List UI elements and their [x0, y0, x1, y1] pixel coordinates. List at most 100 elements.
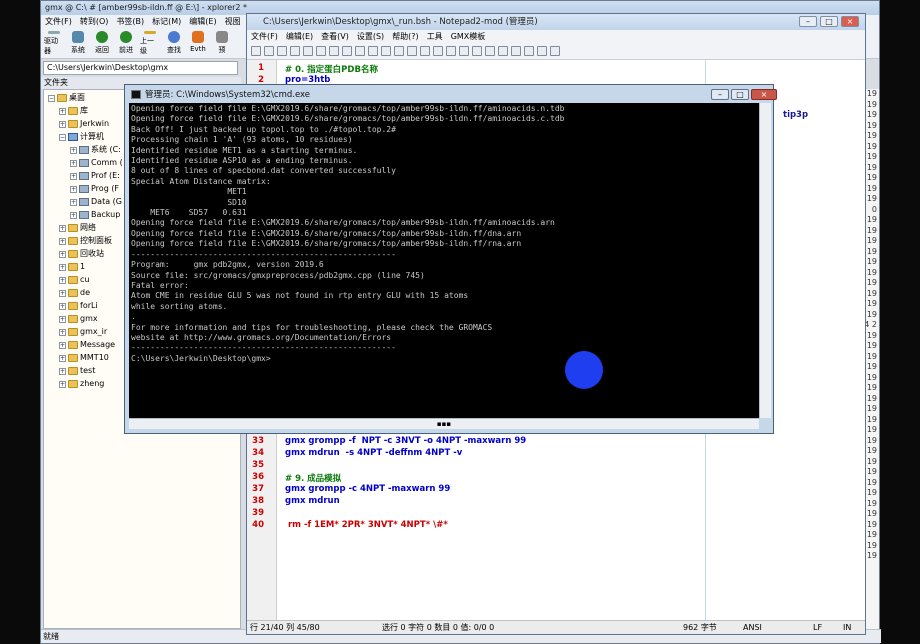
- tree-item[interactable]: + cu: [59, 274, 89, 286]
- console-output[interactable]: Opening force field file E:\GMX2019.6/sh…: [129, 103, 759, 418]
- tree-item[interactable]: + 回收站: [59, 248, 104, 260]
- tree-item[interactable]: + Comm (: [70, 157, 123, 169]
- everything-button[interactable]: Evth: [188, 31, 208, 56]
- forward-button[interactable]: 前进: [116, 31, 136, 56]
- up-button[interactable]: 上一级: [140, 31, 160, 56]
- expand-toggle-icon[interactable]: +: [59, 328, 66, 336]
- toolbar-button[interactable]: [511, 46, 521, 56]
- expand-toggle-icon[interactable]: +: [59, 276, 66, 284]
- console-horizontal-scrollbar[interactable]: ▪▪▪: [129, 418, 759, 429]
- tree-item[interactable]: + gmx: [59, 313, 98, 325]
- toolbar-button[interactable]: [342, 46, 352, 56]
- maximize-button[interactable]: □: [820, 16, 838, 27]
- np-menu-file[interactable]: 文件(F): [251, 30, 278, 44]
- tree-item[interactable]: + Backup: [70, 209, 120, 221]
- menu-view[interactable]: 视图: [225, 15, 241, 29]
- tree-item[interactable]: + 控制面板: [59, 235, 112, 247]
- expand-toggle-icon[interactable]: +: [59, 289, 66, 297]
- tree-item[interactable]: + zheng: [59, 378, 104, 390]
- toolbar-button[interactable]: [277, 46, 287, 56]
- cmd-minimize-button[interactable]: –: [711, 89, 729, 100]
- expand-toggle-icon[interactable]: +: [70, 211, 77, 219]
- toolbar-button[interactable]: [498, 46, 508, 56]
- tree-item[interactable]: + Prof (E:: [70, 170, 120, 182]
- toolbar-button[interactable]: [420, 46, 430, 56]
- toolbar-button[interactable]: [264, 46, 274, 56]
- np-menu-view[interactable]: 查看(V): [321, 30, 349, 44]
- expand-toggle-icon[interactable]: +: [59, 263, 66, 271]
- cmd-maximize-button[interactable]: □: [731, 89, 749, 100]
- tree-item[interactable]: + 网络: [59, 222, 96, 234]
- toolbar-button[interactable]: [290, 46, 300, 56]
- expand-toggle-icon[interactable]: +: [59, 237, 66, 245]
- expand-toggle-icon[interactable]: +: [59, 302, 66, 310]
- expand-toggle-icon[interactable]: +: [59, 107, 66, 115]
- tree-item[interactable]: + test: [59, 365, 95, 377]
- tree-item[interactable]: + MMT10: [59, 352, 109, 364]
- expand-toggle-icon[interactable]: +: [70, 185, 77, 193]
- toolbar-button[interactable]: [251, 46, 261, 56]
- np-menu-help[interactable]: 帮助(?): [392, 30, 419, 44]
- menu-file[interactable]: 文件(F): [45, 15, 72, 29]
- toolbar-button[interactable]: [485, 46, 495, 56]
- expand-toggle-icon[interactable]: +: [59, 315, 66, 323]
- tree-item[interactable]: + gmx_ir: [59, 326, 107, 338]
- find-button[interactable]: 查找: [164, 31, 184, 56]
- tree-item[interactable]: + Message: [59, 339, 115, 351]
- toolbar-button[interactable]: [394, 46, 404, 56]
- tree-item[interactable]: + forLi: [59, 300, 98, 312]
- expand-toggle-icon[interactable]: +: [59, 367, 66, 375]
- expand-toggle-icon[interactable]: +: [59, 224, 66, 232]
- expand-toggle-icon[interactable]: +: [59, 380, 66, 388]
- back-button[interactable]: 返回: [92, 31, 112, 56]
- toolbar-button[interactable]: [355, 46, 365, 56]
- np-menu-tools[interactable]: 工具: [427, 30, 443, 44]
- menu-edit[interactable]: 编辑(E): [189, 15, 216, 29]
- toolbar-button[interactable]: [329, 46, 339, 56]
- expand-toggle-icon[interactable]: +: [59, 250, 66, 258]
- minimize-button[interactable]: –: [799, 16, 817, 27]
- tree-item[interactable]: + Data (G: [70, 196, 122, 208]
- toolbar-button[interactable]: [472, 46, 482, 56]
- system-button[interactable]: 系统: [68, 31, 88, 56]
- np-menu-settings[interactable]: 设置(S): [357, 30, 384, 44]
- console-vertical-scrollbar[interactable]: [759, 103, 771, 418]
- expand-toggle-icon[interactable]: +: [70, 172, 77, 180]
- preview-button[interactable]: 预: [212, 31, 232, 56]
- tree-item[interactable]: + 库: [59, 105, 88, 117]
- np-menu-gmx[interactable]: GMX模板: [451, 30, 486, 44]
- tree-item[interactable]: − 桌面: [48, 92, 85, 104]
- toolbar-button[interactable]: [446, 46, 456, 56]
- toolbar-button[interactable]: [381, 46, 391, 56]
- expand-toggle-icon[interactable]: +: [70, 159, 77, 167]
- tree-item[interactable]: + 系统 (C:: [70, 144, 121, 156]
- tree-item[interactable]: + Jerkwin: [59, 118, 109, 130]
- menu-goto[interactable]: 转到(O): [80, 15, 109, 29]
- menu-bookmarks[interactable]: 书签(B): [116, 15, 144, 29]
- expand-toggle-icon[interactable]: +: [70, 146, 77, 154]
- menu-mark[interactable]: 标记(M): [152, 15, 181, 29]
- np-menu-edit[interactable]: 编辑(E): [286, 30, 313, 44]
- expand-toggle-icon[interactable]: −: [59, 133, 66, 141]
- expand-toggle-icon[interactable]: +: [59, 354, 66, 362]
- tree-item[interactable]: + de: [59, 287, 90, 299]
- toolbar-button[interactable]: [537, 46, 547, 56]
- toolbar-button[interactable]: [303, 46, 313, 56]
- tree-item[interactable]: +1: [59, 261, 85, 273]
- toolbar-button[interactable]: [433, 46, 443, 56]
- expand-toggle-icon[interactable]: +: [59, 341, 66, 349]
- expand-toggle-icon[interactable]: +: [70, 198, 77, 206]
- tree-item[interactable]: − 计算机: [59, 131, 104, 143]
- toolbar-button[interactable]: [316, 46, 326, 56]
- toolbar-button[interactable]: [524, 46, 534, 56]
- drives-button[interactable]: 驱动器: [44, 31, 64, 56]
- toolbar-button[interactable]: [368, 46, 378, 56]
- tree-item[interactable]: + Prog (F: [70, 183, 119, 195]
- address-bar[interactable]: C:\Users\Jerkwin\Desktop\gmx: [43, 61, 238, 75]
- expand-toggle-icon[interactable]: −: [48, 94, 55, 102]
- cmd-close-button[interactable]: ×: [751, 89, 777, 100]
- toolbar-button[interactable]: [459, 46, 469, 56]
- toolbar-button[interactable]: [407, 46, 417, 56]
- expand-toggle-icon[interactable]: +: [59, 120, 66, 128]
- toolbar-button[interactable]: [550, 46, 560, 56]
